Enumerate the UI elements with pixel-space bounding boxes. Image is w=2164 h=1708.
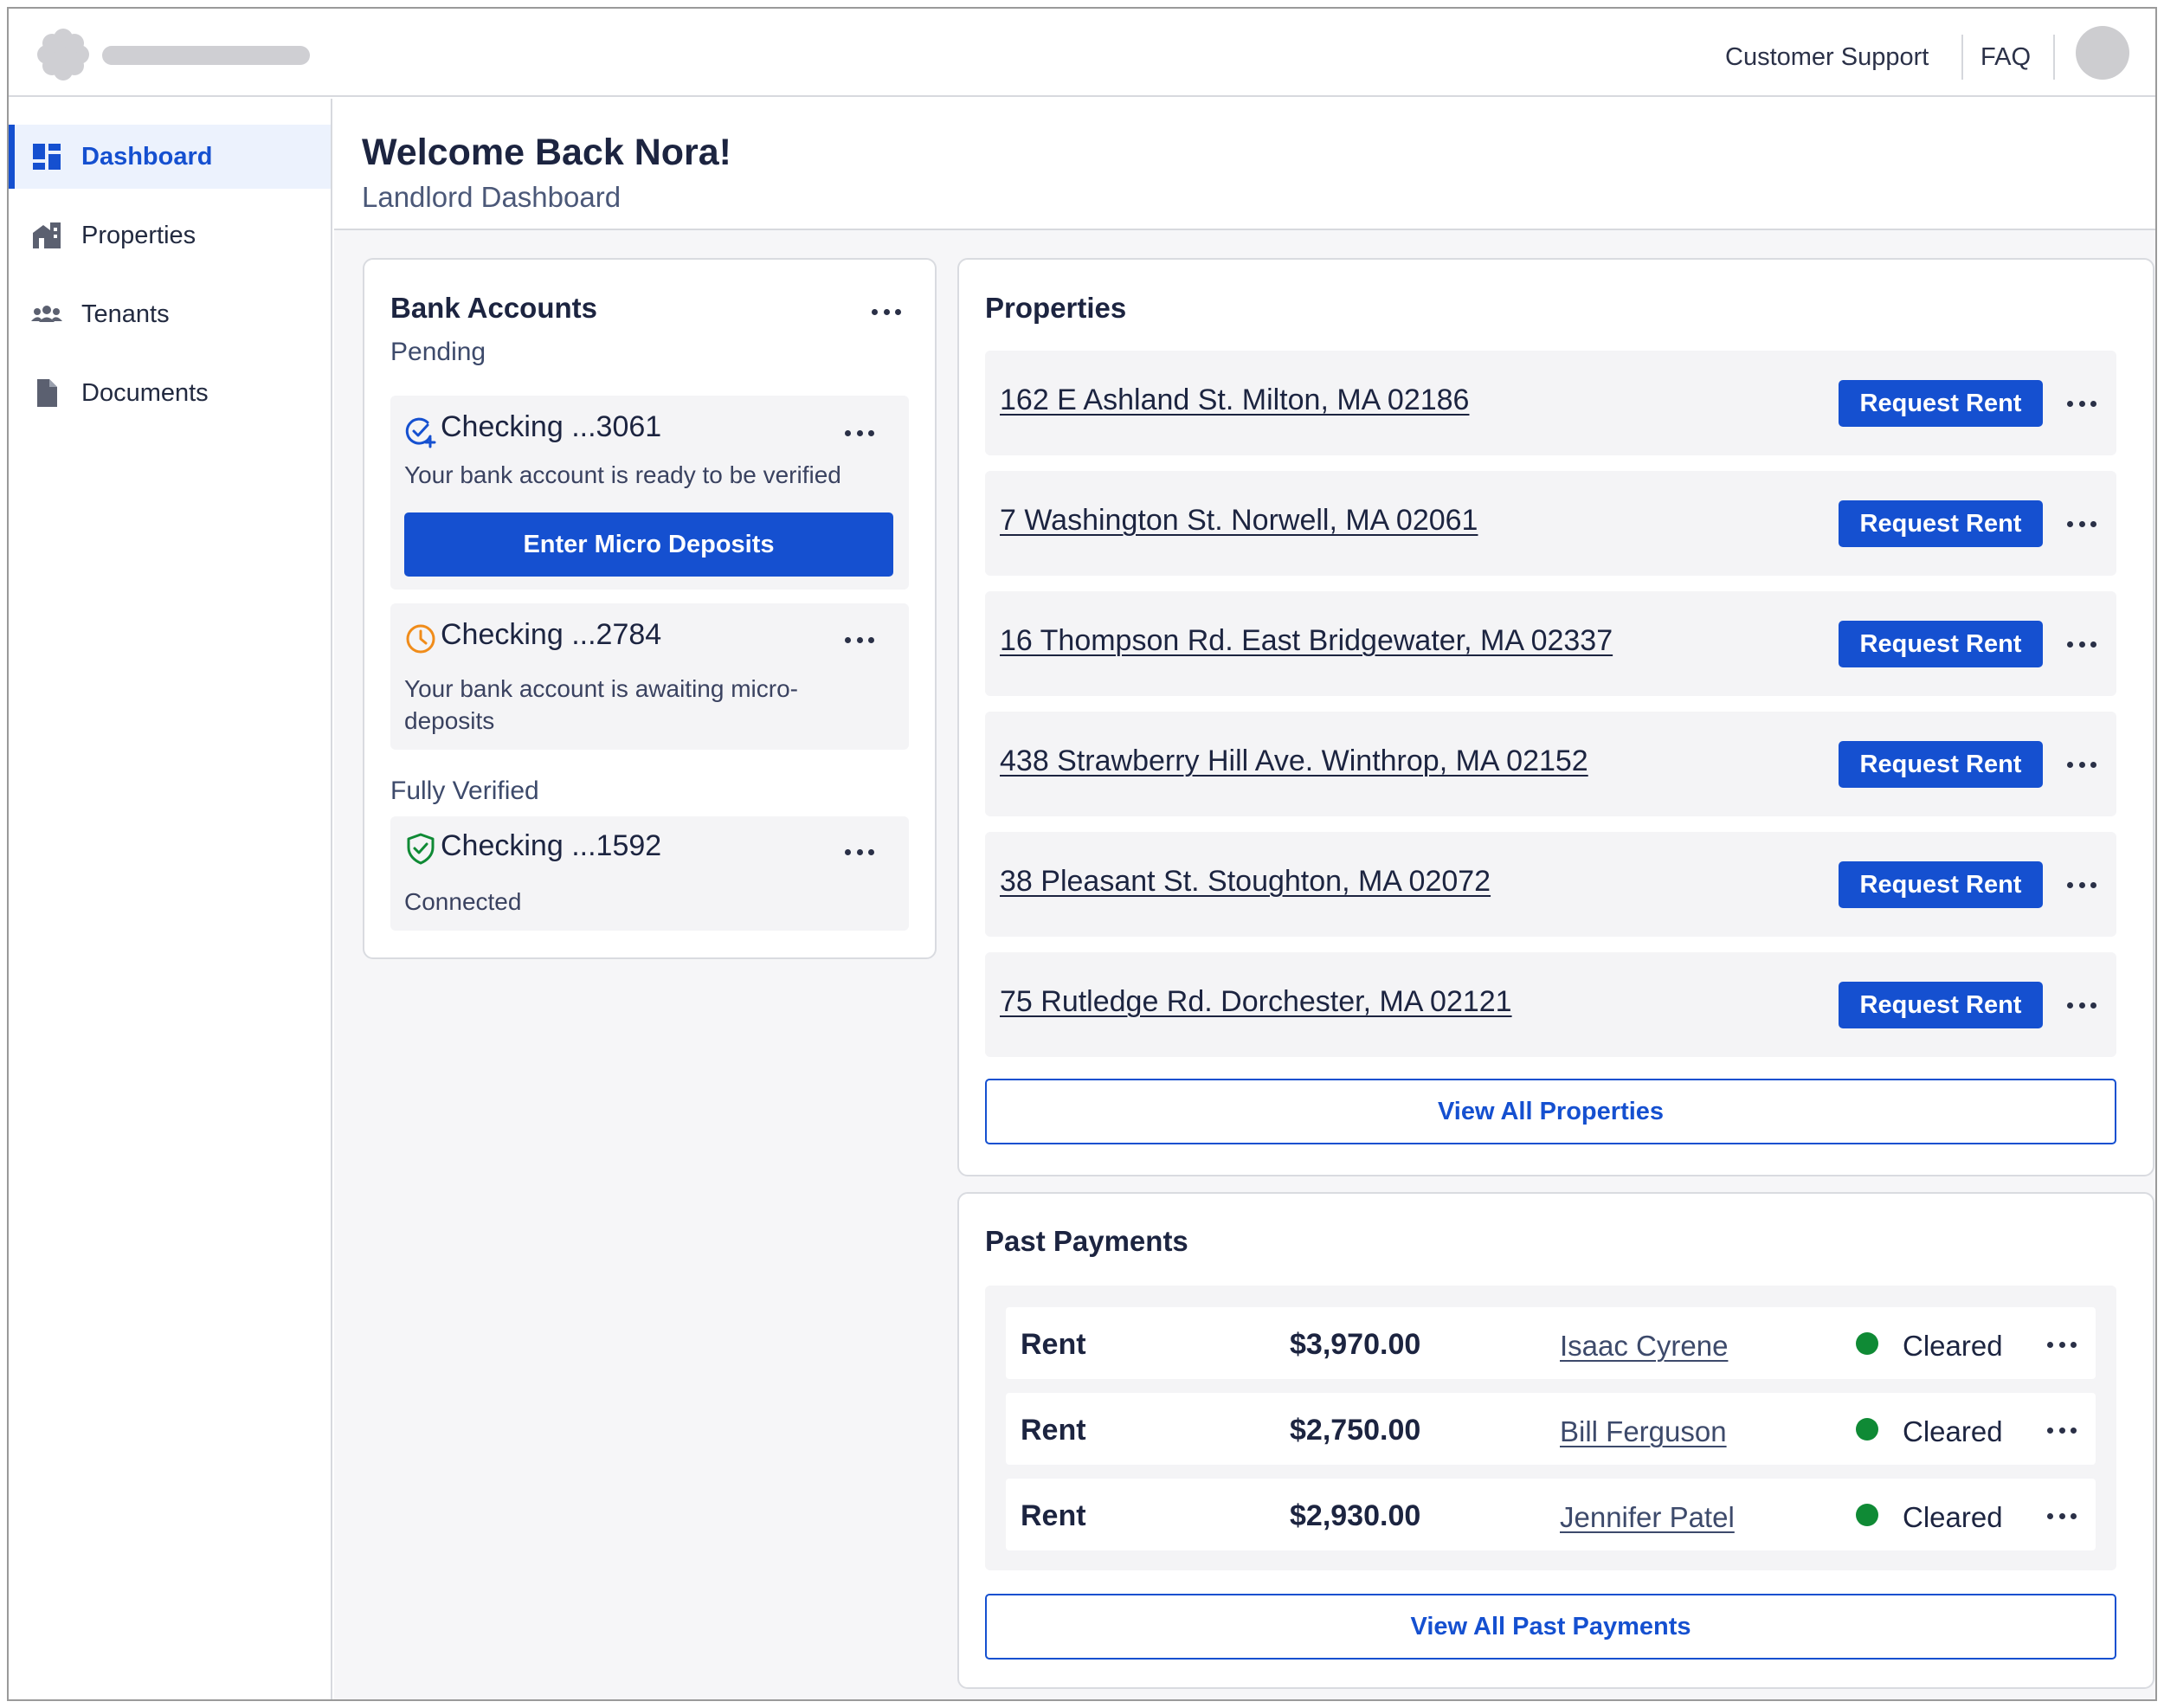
bank-accounts-card: Bank Accounts Pending Checking ...3061 Y… — [363, 258, 937, 959]
payments-list: Rent $3,970.00 Isaac Cyrene Cleared Rent… — [985, 1286, 2116, 1570]
top-bar: Customer Support FAQ — [9, 9, 2155, 97]
faq-link[interactable]: FAQ — [1980, 43, 2031, 72]
page-header: Welcome Back Nora! Landlord Dashboard — [334, 99, 2155, 230]
request-rent-button[interactable]: Request Rent — [1839, 741, 2043, 788]
account-status-text: Your bank account is awaiting micro-depo… — [404, 675, 798, 734]
sidebar-item-label: Properties — [81, 221, 196, 249]
sidebar-item-label: Tenants — [81, 300, 170, 328]
dashboard-content: Bank Accounts Pending Checking ...3061 Y… — [334, 230, 2155, 1699]
payment-row: Rent $3,970.00 Isaac Cyrene Cleared — [1006, 1307, 2096, 1379]
building-icon — [33, 222, 61, 248]
more-options-icon[interactable] — [2067, 760, 2096, 769]
property-address-link[interactable]: 7 Washington St. Norwell, MA 02061 — [1000, 504, 1478, 538]
logo-icon — [37, 29, 89, 81]
people-icon — [31, 306, 62, 322]
fully-verified-label: Fully Verified — [390, 777, 539, 805]
past-payments-title: Past Payments — [985, 1225, 1188, 1257]
payment-row: Rent $2,750.00 Bill Ferguson Cleared — [1006, 1393, 2096, 1465]
account-status-text: Your bank account is ready to be verifie… — [404, 461, 841, 488]
view-all-past-payments-button[interactable]: View All Past Payments — [985, 1594, 2116, 1660]
bank-account-item: Checking ...3061 Your bank account is re… — [390, 396, 909, 590]
payment-amount: $3,970.00 — [1290, 1328, 1421, 1361]
sidebar-item-properties[interactable]: Properties — [9, 203, 331, 267]
request-rent-button[interactable]: Request Rent — [1839, 500, 2043, 547]
status-badge: Cleared — [1903, 1415, 2003, 1447]
account-status-text: Connected — [404, 888, 522, 915]
status-indicator — [1856, 1332, 1878, 1355]
sidebar-item-documents[interactable]: Documents — [9, 361, 331, 425]
more-options-icon[interactable] — [2067, 640, 2096, 648]
more-options-icon[interactable] — [2047, 1340, 2077, 1349]
avatar[interactable] — [2076, 26, 2129, 80]
check-clock-icon — [405, 417, 436, 448]
more-options-icon[interactable] — [2047, 1511, 2077, 1520]
payment-amount: $2,750.00 — [1290, 1414, 1421, 1447]
customer-support-link[interactable]: Customer Support — [1725, 43, 1929, 72]
payment-row: Rent $2,930.00 Jennifer Patel Cleared — [1006, 1479, 2096, 1550]
properties-card: Properties 162 E Ashland St. Milton, MA … — [957, 258, 2154, 1176]
sidebar: Dashboard Properties Tenants Documents — [9, 99, 332, 1699]
tenant-name-link[interactable]: Bill Ferguson — [1560, 1415, 1727, 1448]
brand-name-placeholder — [102, 46, 310, 65]
sidebar-item-label: Dashboard — [81, 142, 213, 171]
status-indicator — [1856, 1418, 1878, 1441]
property-row: 7 Washington St. Norwell, MA 02061 Reque… — [985, 471, 2116, 576]
request-rent-button[interactable]: Request Rent — [1839, 861, 2043, 908]
tenant-name-link[interactable]: Jennifer Patel — [1560, 1501, 1735, 1534]
sidebar-item-tenants[interactable]: Tenants — [9, 282, 331, 346]
more-options-icon[interactable] — [2067, 1001, 2096, 1009]
property-row: 16 Thompson Rd. East Bridgewater, MA 023… — [985, 591, 2116, 696]
status-indicator — [1856, 1504, 1878, 1526]
enter-micro-deposits-button[interactable]: Enter Micro Deposits — [404, 512, 893, 577]
property-address-link[interactable]: 162 E Ashland St. Milton, MA 02186 — [1000, 383, 1469, 417]
more-options-icon[interactable] — [872, 307, 901, 316]
view-all-properties-button[interactable]: View All Properties — [985, 1079, 2116, 1144]
bank-account-item: Checking ...1592 Connected — [390, 816, 909, 931]
sidebar-item-dashboard[interactable]: Dashboard — [9, 125, 331, 189]
property-address-link[interactable]: 75 Rutledge Rd. Dorchester, MA 02121 — [1000, 985, 1512, 1019]
property-address-link[interactable]: 38 Pleasant St. Stoughton, MA 02072 — [1000, 865, 1491, 899]
request-rent-button[interactable]: Request Rent — [1839, 380, 2043, 427]
more-options-icon[interactable] — [2067, 880, 2096, 889]
pending-label: Pending — [390, 338, 486, 366]
bank-accounts-title: Bank Accounts — [390, 292, 597, 324]
divider — [2053, 35, 2055, 80]
payment-amount: $2,930.00 — [1290, 1499, 1421, 1532]
past-payments-card: Past Payments Rent $3,970.00 Isaac Cyren… — [957, 1192, 2154, 1689]
sidebar-item-label: Documents — [81, 378, 209, 407]
divider — [1961, 35, 1963, 80]
status-badge: Cleared — [1903, 1501, 2003, 1533]
bank-account-item: Checking ...2784 Your bank account is aw… — [390, 603, 909, 750]
clock-icon — [406, 624, 435, 654]
document-icon — [37, 379, 57, 407]
shield-check-icon — [407, 833, 435, 865]
account-name: Checking ...1592 — [441, 829, 662, 862]
more-options-icon[interactable] — [845, 635, 874, 644]
properties-title: Properties — [985, 292, 1127, 324]
account-name: Checking ...3061 — [441, 410, 662, 443]
property-row: 162 E Ashland St. Milton, MA 02186 Reque… — [985, 351, 2116, 455]
status-badge: Cleared — [1903, 1330, 2003, 1362]
more-options-icon[interactable] — [845, 848, 874, 856]
payment-type: Rent — [1021, 1499, 1086, 1532]
property-row: 38 Pleasant St. Stoughton, MA 02072 Requ… — [985, 832, 2116, 937]
page-title: Welcome Back Nora! — [362, 132, 731, 173]
property-row: 438 Strawberry Hill Ave. Winthrop, MA 02… — [985, 712, 2116, 816]
more-options-icon[interactable] — [2047, 1426, 2077, 1434]
property-address-link[interactable]: 16 Thompson Rd. East Bridgewater, MA 023… — [1000, 624, 1613, 658]
more-options-icon[interactable] — [845, 429, 874, 437]
account-name: Checking ...2784 — [441, 618, 662, 651]
payment-type: Rent — [1021, 1328, 1086, 1361]
app-window: Customer Support FAQ Dashboard Propertie… — [7, 7, 2157, 1701]
property-address-link[interactable]: 438 Strawberry Hill Ave. Winthrop, MA 02… — [1000, 744, 1588, 778]
dashboard-icon — [33, 144, 61, 170]
request-rent-button[interactable]: Request Rent — [1839, 982, 2043, 1028]
property-row: 75 Rutledge Rd. Dorchester, MA 02121 Req… — [985, 952, 2116, 1057]
more-options-icon[interactable] — [2067, 399, 2096, 408]
tenant-name-link[interactable]: Isaac Cyrene — [1560, 1330, 1728, 1363]
request-rent-button[interactable]: Request Rent — [1839, 621, 2043, 667]
payment-type: Rent — [1021, 1414, 1086, 1447]
more-options-icon[interactable] — [2067, 519, 2096, 528]
page-subtitle: Landlord Dashboard — [362, 181, 622, 213]
